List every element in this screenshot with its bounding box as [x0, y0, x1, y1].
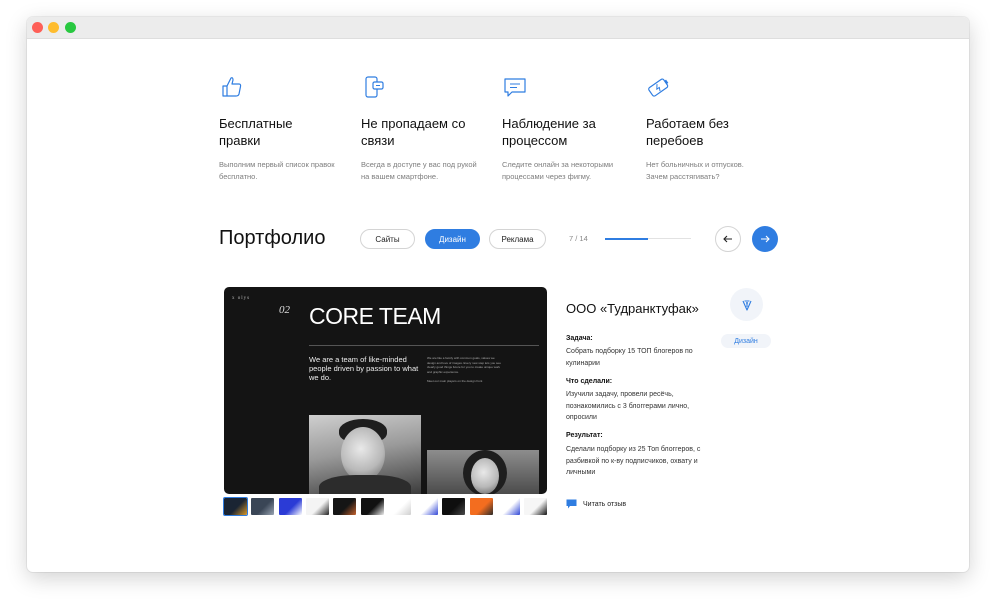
feature-desc: Нет больничных и отпусков. Зачем расстяг… — [646, 160, 744, 181]
slide-number: 02 — [279, 304, 290, 316]
slide-small-text-2: Meet our main players on the design fron… — [427, 379, 483, 383]
thumbnail-10[interactable] — [469, 498, 493, 515]
task-label: Задача: — [566, 335, 593, 342]
thumbnail-6[interactable] — [360, 498, 384, 515]
phone-chat-icon — [365, 76, 384, 98]
category-tag[interactable]: Дизайн — [721, 334, 771, 348]
feature-free-edits: Бесплатные правки Выполним первый список… — [219, 74, 349, 183]
slide-small-text: We are like a family with common goals, … — [427, 356, 501, 374]
feature-always-online: Не пропадаем со связи Всегда в доступе у… — [361, 74, 491, 183]
thumbnail-9[interactable] — [442, 498, 466, 515]
feature-desc: Следите онлайн за некоторыми процессами … — [502, 160, 614, 181]
slide-headline: CORE TEAM — [309, 303, 441, 329]
portfolio-title: Портфолио — [219, 227, 326, 249]
filter-sites-button[interactable]: Сайты — [360, 229, 415, 249]
filter-ads-button[interactable]: Реклама — [489, 229, 546, 249]
slide-counter: 7 / 14 — [569, 234, 588, 243]
feature-process-tracking: Наблюдение за процессом Следите онлайн з… — [502, 74, 632, 183]
chat-bubble-icon — [504, 78, 526, 97]
feature-no-breaks: Работаем без перебоев Нет больничных и о… — [646, 74, 776, 183]
filter-design-button[interactable]: Дизайн — [425, 229, 480, 249]
maximize-window-button[interactable] — [65, 22, 76, 33]
arrow-right-icon — [761, 235, 770, 243]
slide-progress-track — [605, 237, 691, 240]
window-titlebar — [27, 17, 969, 39]
close-window-button[interactable] — [32, 22, 43, 33]
client-logo-icon — [741, 299, 752, 311]
feature-title: Бесплатные правки — [219, 116, 293, 148]
thumbnail-2[interactable] — [251, 498, 275, 515]
portfolio-slide-image[interactable]: x olys 02 CORE TEAM We are a team of lik… — [224, 287, 547, 494]
minimize-window-button[interactable] — [48, 22, 59, 33]
result-label: Результат: — [566, 432, 603, 439]
task-text: Собрать подборку 15 ТОП блогеров по кули… — [566, 348, 693, 367]
feature-desc: Выполним первый список правок бесплатно. — [219, 160, 335, 181]
client-logo — [730, 288, 763, 321]
next-slide-button[interactable] — [752, 226, 778, 252]
review-chat-icon — [566, 499, 577, 509]
arrow-left-icon — [723, 235, 732, 243]
client-name: ООО «Тудранктуфак» — [566, 301, 699, 316]
done-label: Что сделали: — [566, 378, 613, 385]
slide-divider — [309, 345, 539, 346]
team-photo-woman — [427, 450, 539, 494]
slide-lead-text: We are a team of like-minded people driv… — [309, 355, 419, 382]
thumbnail-7[interactable] — [387, 498, 411, 515]
thumbnail-8[interactable] — [415, 498, 439, 515]
feature-desc: Всегда в доступе у вас под рукой на ваше… — [361, 160, 477, 181]
feature-title: Работаем без перебоев — [646, 116, 729, 148]
thumbnail-3[interactable] — [278, 498, 302, 515]
read-review-label: Читать отзыв — [583, 500, 627, 508]
done-text: Изучили задачу, провели ресёчь, познаком… — [566, 391, 690, 421]
team-photo-man — [309, 415, 421, 494]
thumbs-up-icon — [222, 77, 242, 97]
thumbnail-4[interactable] — [305, 498, 329, 515]
thumbnail-1[interactable] — [223, 497, 248, 516]
slide-brand: x olys — [232, 296, 251, 301]
read-review-link[interactable]: Читать отзыв — [566, 499, 626, 509]
thumbnail-11[interactable] — [497, 498, 520, 515]
thumbnail-5[interactable] — [333, 498, 357, 515]
feature-title: Наблюдение за процессом — [502, 116, 596, 148]
result-text: Сделали подборку из 25 Топ блоггеров, с … — [566, 446, 701, 476]
thumbnail-12[interactable] — [524, 498, 548, 515]
battery-icon — [648, 78, 669, 97]
browser-window: Бесплатные правки Выполним первый список… — [27, 17, 969, 572]
slide-progress-fill — [605, 237, 648, 240]
prev-slide-button[interactable] — [715, 226, 741, 252]
feature-title: Не пропадаем со связи — [361, 116, 466, 148]
